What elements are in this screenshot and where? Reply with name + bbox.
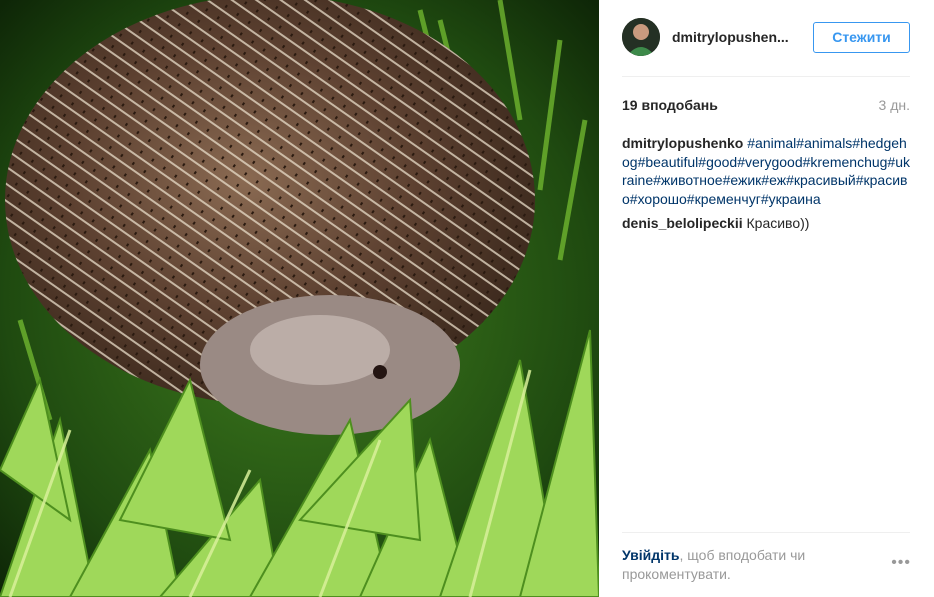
comment-username[interactable]: denis_belolipeckii	[622, 215, 743, 231]
post-sidebar: dmitrylopushen... Стежити 19 вподобань 3…	[599, 0, 934, 597]
divider	[622, 76, 910, 77]
more-options-icon[interactable]: •••	[891, 554, 911, 572]
post-age[interactable]: 3 дн.	[879, 97, 910, 113]
comment-item: denis_belolipeckii Красиво))	[622, 214, 912, 233]
post-modal: dmitrylopushen... Стежити 19 вподобань 3…	[0, 0, 934, 597]
comment-text: Красиво))	[746, 215, 810, 231]
author-username[interactable]: dmitrylopushen...	[672, 29, 797, 45]
post-photo[interactable]	[0, 0, 599, 597]
divider	[622, 532, 910, 533]
avatar-image	[622, 18, 660, 56]
hedgehog-image	[0, 0, 599, 597]
login-link[interactable]: Увійдіть	[622, 547, 680, 563]
login-prompt: Увійдіть, щоб вподобати чи прокоментуват…	[622, 546, 852, 584]
post-header: dmitrylopushen... Стежити	[622, 16, 910, 58]
follow-button[interactable]: Стежити	[813, 21, 910, 53]
avatar[interactable]	[622, 18, 660, 56]
likes-count[interactable]: 19 вподобань	[622, 97, 718, 113]
caption-username[interactable]: dmitrylopushenko	[622, 135, 743, 151]
post-caption: dmitrylopushenko #animal#animals#hedgeho…	[622, 134, 912, 208]
